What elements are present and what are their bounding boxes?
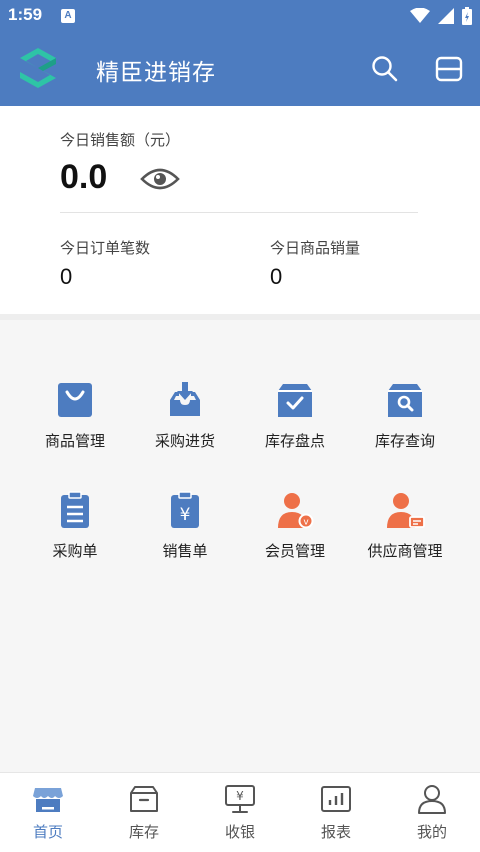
orders-label: 今日订单笔数 (60, 239, 151, 257)
inbox-download-icon (170, 382, 200, 416)
supplier-icon (387, 493, 425, 528)
status-icons (410, 7, 472, 25)
app-logo-icon (20, 48, 56, 88)
report-chart-icon (321, 786, 351, 812)
divider (60, 212, 418, 213)
grid-item-stock-check[interactable]: 库存盘点 (240, 380, 350, 490)
cashier-monitor-icon: ¥ (225, 785, 255, 813)
battery-icon (462, 7, 472, 25)
signal-icon (438, 8, 454, 24)
app-title: 精臣进销存 (96, 60, 216, 86)
inventory-box-icon (130, 786, 158, 812)
orders-value: 0 (60, 264, 73, 289)
sales-amount-label: 今日销售额（元） (60, 131, 181, 149)
grid-item-stock-query[interactable]: 库存查询 (350, 380, 460, 490)
section-separator (0, 314, 480, 320)
tab-label: 库存 (128, 823, 159, 841)
grid-item-label: 库存盘点 (264, 432, 325, 450)
grid-item-label: 销售单 (162, 542, 208, 560)
stock-check-icon (278, 384, 312, 417)
grid-item-purchase-order[interactable]: 采购单 (20, 490, 130, 600)
app-bar: 精臣进销存 (0, 32, 480, 106)
eye-icon[interactable] (140, 164, 180, 194)
grid-item-purchase-stock[interactable]: 采购进货 (130, 380, 240, 490)
goods-sales-value: 0 (270, 264, 283, 289)
shopping-bag-icon (58, 383, 92, 417)
sales-amount-value: 0.0 (60, 158, 108, 196)
svg-text:¥: ¥ (236, 789, 244, 803)
tab-cashier[interactable]: ¥ 收银 (192, 773, 288, 852)
status-time: 1:59 (8, 5, 43, 24)
goods-sales-label: 今日商品销量 (270, 239, 361, 257)
wifi-icon (410, 8, 430, 23)
grid-item-label: 采购单 (52, 542, 98, 560)
grid-item-supplier-management[interactable]: 供应商管理 (350, 490, 460, 600)
purchase-order-icon (61, 491, 89, 528)
tab-label: 我的 (416, 823, 447, 841)
stock-search-icon (388, 384, 422, 417)
grid-item-label: 会员管理 (264, 542, 325, 560)
search-icon[interactable] (370, 54, 400, 84)
notification-icon: A (61, 9, 75, 23)
grid-item-sales-order[interactable]: ¥ 销售单 (130, 490, 240, 600)
grid-item-label: 库存查询 (374, 432, 435, 450)
sales-summary-card: 今日销售额（元） 0.0 今日订单笔数 0 今日商品销量 0 (0, 106, 480, 314)
sales-order-icon: ¥ (171, 491, 199, 528)
grid-item-product-management[interactable]: 商品管理 (20, 380, 130, 490)
grid-item-label: 采购进货 (154, 432, 215, 450)
tab-profile[interactable]: 我的 (384, 773, 480, 852)
grid-item-member-management[interactable]: v 会员管理 (240, 490, 350, 600)
svg-text:v: v (303, 518, 309, 528)
bottom-nav: 首页 库存 ¥ 收银 报表 我的 (0, 772, 480, 852)
tab-inventory[interactable]: 库存 (96, 773, 192, 852)
tab-reports[interactable]: 报表 (288, 773, 384, 852)
profile-icon (418, 785, 446, 814)
feature-grid: 商品管理 采购进货 库存盘点 库存查询 采购单 ¥ 销售单 v 会员管理 供应商… (20, 380, 460, 600)
tab-home[interactable]: 首页 (0, 773, 96, 852)
svg-text:¥: ¥ (180, 505, 191, 525)
tab-label: 报表 (320, 823, 351, 841)
tab-label: 首页 (32, 823, 63, 841)
home-store-icon (33, 788, 63, 812)
grid-item-label: 商品管理 (44, 432, 105, 450)
tab-label: 收银 (224, 823, 255, 841)
menu-icon[interactable] (434, 54, 464, 84)
member-icon: v (278, 493, 314, 529)
grid-item-label: 供应商管理 (367, 542, 443, 560)
status-bar: 1:59 A (0, 0, 480, 32)
